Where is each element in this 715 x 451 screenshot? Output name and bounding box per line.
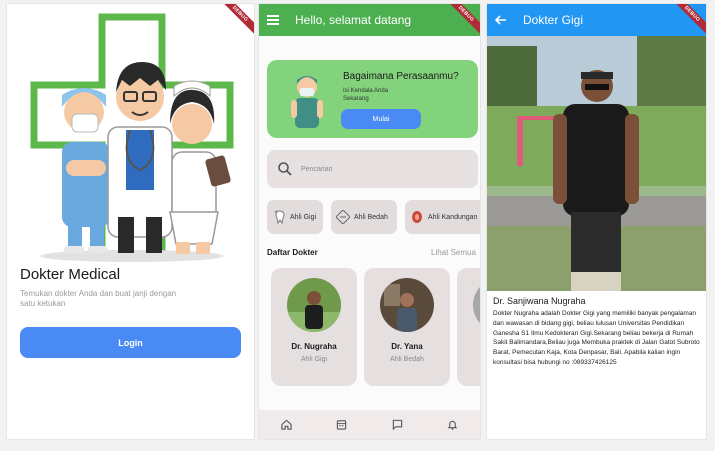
home-screen: DEBUG Hello, selamat datang Bagaimana Pe… <box>258 3 481 440</box>
doctor-list-title: Daftar Dokter <box>267 248 318 257</box>
back-arrow-icon[interactable] <box>487 15 515 25</box>
app-subtitle: Temukan dokter Anda dan buat janji denga… <box>20 289 177 308</box>
start-button[interactable]: Mulai <box>341 109 421 129</box>
doctor-avatar <box>473 278 480 332</box>
doctor-avatar <box>287 278 341 332</box>
category-surgeon[interactable]: Ahli Bedah <box>331 200 397 234</box>
category-dentist[interactable]: Ahli Gigi <box>267 200 323 234</box>
womb-icon <box>412 211 422 223</box>
debug-banner: DEBUG <box>672 4 706 38</box>
debug-banner: DEBUG <box>220 4 254 38</box>
doctor-card[interactable]: Dr. Nugraha Ahli Gigi <box>271 268 357 386</box>
see-all-link[interactable]: Lihat Semua <box>431 248 476 257</box>
debug-banner: DEBUG <box>446 4 480 38</box>
category-list: Ahli Gigi Ahli Bedah Ahli Kandungan <box>267 200 480 234</box>
doctor-mascot-icon <box>291 76 323 128</box>
debug-label: DEBUG <box>446 4 480 37</box>
doctor-card[interactable]: Dr. Yana Ahli Bedah <box>364 268 450 386</box>
doctor-card-partial[interactable] <box>457 268 480 386</box>
doctor-name: Dr. Yana <box>391 342 423 351</box>
doctor-specialty: Ahli Bedah <box>390 356 424 363</box>
doctor-specialty: Ahli Gigi <box>300 356 328 363</box>
doctors-illustration <box>30 13 234 262</box>
tooth-icon <box>274 210 285 224</box>
doctor-photo <box>487 36 706 291</box>
debug-label: DEBUG <box>220 4 254 37</box>
category-obgyn[interactable]: Ahli Kandungan <box>405 200 480 234</box>
category-label: Ahli Bedah <box>354 213 388 221</box>
search-placeholder: Pencarian <box>301 165 333 173</box>
calendar-icon[interactable] <box>332 415 352 435</box>
category-label: Ahli Gigi <box>290 213 317 221</box>
doctor-detail-screen: DEBUG Dokter Gigi Dr. Sanjiwana Nugraha … <box>486 3 707 440</box>
mood-card: Bagaimana Perasaanmu? Isi Kendala Anda S… <box>267 60 478 138</box>
app-title: Dokter Medical <box>20 266 121 283</box>
doctor-name: Dr. Nugraha <box>291 342 337 351</box>
mood-description: Isi Kendala Anda Sekarang <box>343 88 389 102</box>
bell-icon[interactable] <box>442 415 462 435</box>
debug-label: DEBUG <box>672 4 706 37</box>
welcome-screen: DEBUG Dokter Medical Temukan dokter Anda… <box>6 3 255 440</box>
doctor-avatar <box>380 278 434 332</box>
category-label: Ahli Kandungan <box>428 213 478 221</box>
menu-icon[interactable] <box>259 15 287 25</box>
doctor-detail-bio: Dokter Nugraha adalah Dokter Gigi yang m… <box>493 310 700 366</box>
search-bar[interactable]: Pencarian <box>267 150 478 188</box>
detail-title: Dokter Gigi <box>523 13 584 27</box>
search-icon <box>278 162 292 176</box>
home-icon[interactable] <box>277 415 297 435</box>
chat-icon[interactable] <box>387 415 407 435</box>
doctor-detail-name: Dr. Sanjiwana Nugraha <box>493 296 586 306</box>
surgery-icon <box>336 210 350 224</box>
greeting-title: Hello, selamat datang <box>295 13 412 27</box>
login-button[interactable]: Login <box>20 327 241 358</box>
bottom-navigation <box>259 410 480 439</box>
mood-question: Bagaimana Perasaanmu? <box>343 71 459 82</box>
